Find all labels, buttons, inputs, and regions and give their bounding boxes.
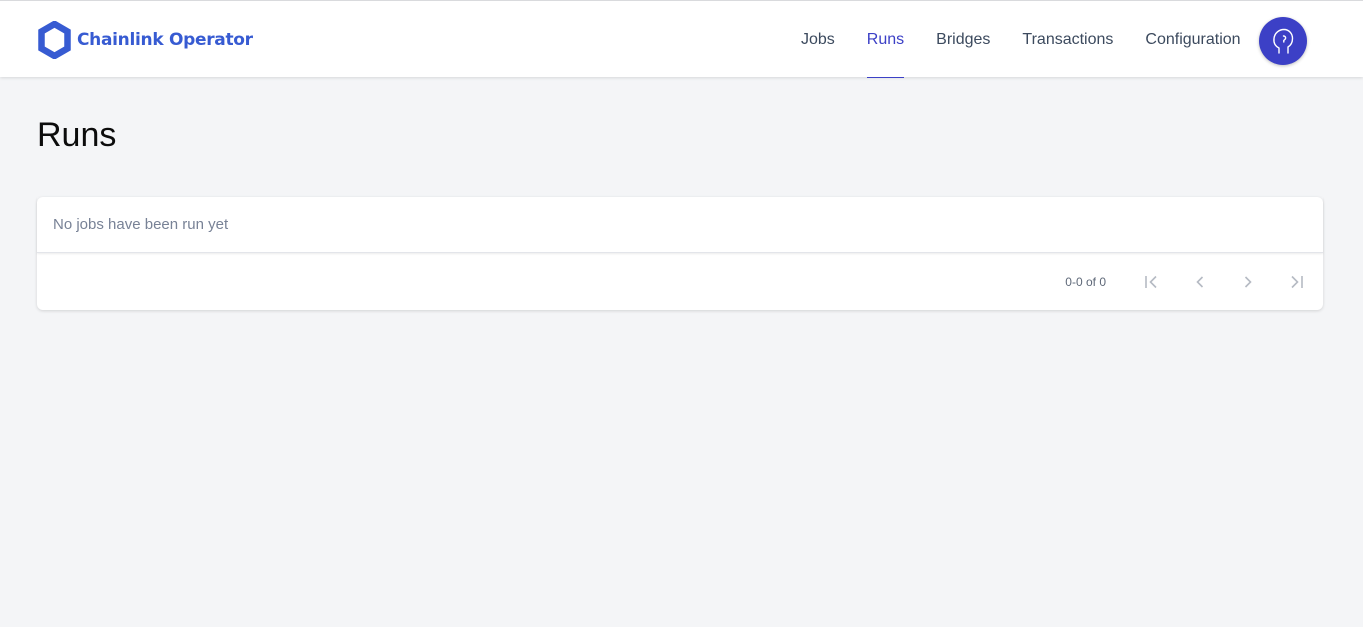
first-page-button[interactable] [1128,258,1176,306]
nav-item-runs[interactable]: Runs [851,1,920,78]
chainlink-hexagon-icon [38,21,71,59]
previous-page-button[interactable] [1176,258,1224,306]
next-page-button[interactable] [1224,258,1272,306]
table-pagination: 0-0 of 0 [37,254,1323,310]
main-nav: Jobs Runs Bridges Transactions Configura… [785,1,1257,78]
avatar-button[interactable] [1259,17,1307,65]
empty-state-message: No jobs have been run yet [53,216,229,233]
first-page-icon [1145,275,1157,289]
brand-logo-link[interactable]: Chainlink Operator [38,21,253,59]
last-page-icon [1291,275,1303,289]
top-app-bar: Chainlink Operator Jobs Runs Bridges Tra… [0,0,1363,78]
runs-table-card: No jobs have been run yet 0-0 of 0 [37,197,1323,310]
nav-item-configuration[interactable]: Configuration [1129,1,1256,78]
last-page-button[interactable] [1272,258,1320,306]
empty-state-row: No jobs have been run yet [37,197,1323,253]
nav-item-jobs[interactable]: Jobs [785,1,851,78]
page-title: Runs [37,116,117,154]
chevron-right-icon [1244,276,1252,288]
pagination-count: 0-0 of 0 [1065,275,1106,289]
nav-item-transactions[interactable]: Transactions [1006,1,1129,78]
chevron-left-icon [1196,276,1204,288]
nav-item-bridges[interactable]: Bridges [920,1,1006,78]
user-head-icon [1273,28,1294,54]
brand-name: Chainlink Operator [77,30,253,50]
